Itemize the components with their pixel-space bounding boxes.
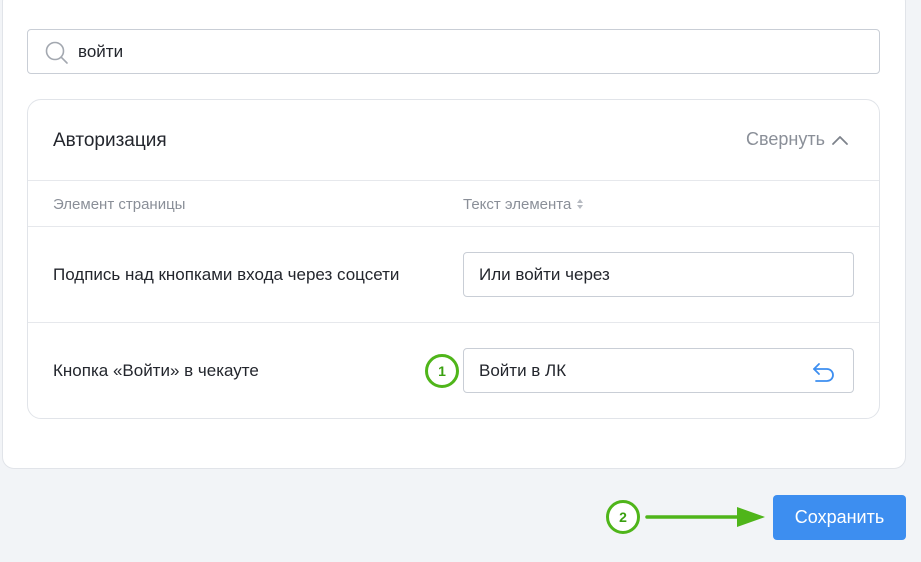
text-field-checkout-login[interactable] bbox=[463, 348, 854, 393]
section-title: Авторизация bbox=[53, 130, 167, 151]
undo-icon[interactable] bbox=[811, 359, 837, 383]
save-button[interactable]: Сохранить bbox=[773, 495, 906, 540]
column-header-text-label: Текст элемента bbox=[463, 196, 572, 213]
search-box[interactable] bbox=[27, 29, 880, 74]
annotation-marker-1: 1 bbox=[425, 354, 459, 388]
checkout-login-input[interactable] bbox=[479, 349, 799, 392]
row-label-checkout-login: Кнопка «Войти» в чекауте bbox=[53, 361, 259, 380]
text-field-social-login[interactable] bbox=[463, 252, 854, 297]
annotation-marker-2: 2 bbox=[606, 500, 640, 534]
collapse-button[interactable]: Свернуть bbox=[746, 129, 849, 150]
social-login-input[interactable] bbox=[479, 253, 799, 296]
row-label-social-login: Подпись над кнопками входа через соцсети bbox=[53, 265, 400, 284]
search-icon bbox=[45, 41, 68, 64]
chevron-up-icon bbox=[832, 135, 848, 145]
columns-divider bbox=[28, 226, 879, 227]
search-input[interactable] bbox=[78, 30, 858, 73]
collapse-label: Свернуть bbox=[746, 129, 825, 149]
row-divider bbox=[28, 322, 879, 323]
arrow-right-icon bbox=[645, 507, 765, 527]
header-divider bbox=[28, 180, 879, 181]
column-header-element: Элемент страницы bbox=[53, 196, 186, 213]
column-header-text[interactable]: Текст элемента bbox=[463, 196, 585, 213]
sort-icon[interactable] bbox=[575, 197, 585, 211]
